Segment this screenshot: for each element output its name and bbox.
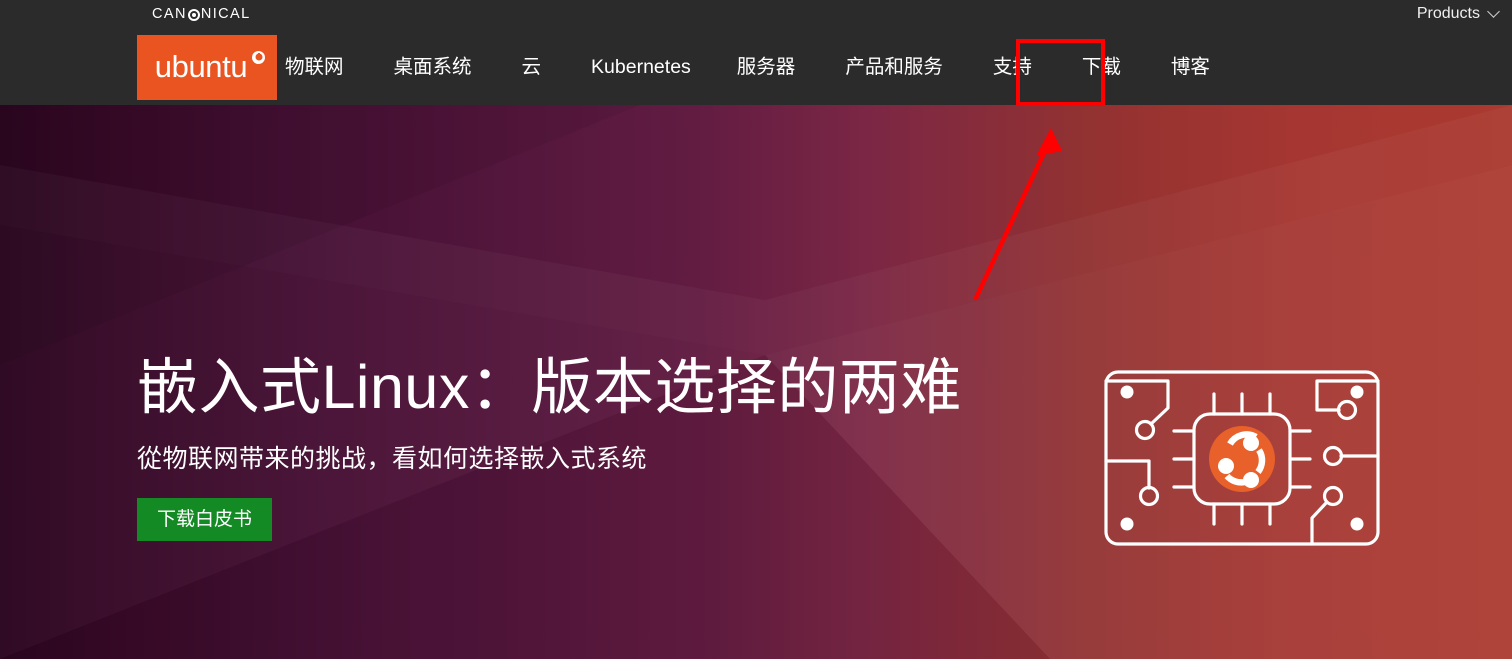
nav-item-iot[interactable]: 物联网 — [285, 35, 344, 100]
products-menu[interactable]: Products — [1416, 4, 1500, 24]
main-navigation: ubuntu 物联网 桌面系统 云 Kubernetes 服务器 产品和服务 支… — [0, 35, 1512, 105]
nav-item-support[interactable]: 支持 — [993, 35, 1032, 100]
hero-content: 嵌入式Linux：版本选择的两难 從物联网带来的挑战，看如何选择嵌入式系统 下载… — [137, 105, 961, 659]
circuit-board-icon — [1102, 368, 1382, 548]
ubuntu-homepage: CAN NICAL Products ubuntu 物联网 桌面系统 云 Kub… — [0, 0, 1512, 659]
nav-item-download[interactable]: 下载 — [1082, 35, 1121, 100]
registered-trademark-icon — [252, 50, 266, 64]
products-menu-label: Products — [1416, 5, 1480, 22]
nav-item-cloud[interactable]: 云 — [522, 35, 542, 100]
ubuntu-wordmark: ubuntu — [154, 48, 266, 85]
nav-item-kubernetes[interactable]: Kubernetes — [591, 35, 691, 100]
nav-items-list: 物联网 桌面系统 云 Kubernetes 服务器 产品和服务 支持 下载 博客 — [285, 35, 1210, 100]
nav-item-server[interactable]: 服务器 — [737, 35, 796, 100]
download-whitepaper-button[interactable]: 下载白皮书 — [137, 498, 273, 541]
hero-subtitle: 從物联网带来的挑战，看如何选择嵌入式系统 — [137, 445, 648, 473]
ubuntu-logo-text: ubuntu — [154, 48, 248, 84]
nav-item-products[interactable]: 产品和服务 — [845, 35, 943, 100]
canonical-logo-suffix: NICAL — [200, 6, 251, 22]
canonical-ring-icon — [187, 9, 200, 21]
nav-item-blog[interactable]: 博客 — [1171, 35, 1210, 100]
chevron-down-icon — [1487, 4, 1500, 18]
hero-title: 嵌入式Linux：版本选择的两难 — [137, 353, 962, 421]
canonical-logo-prefix: CAN — [152, 6, 187, 22]
hero-banner: 嵌入式Linux：版本选择的两难 從物联网带来的挑战，看如何选择嵌入式系统 下载… — [0, 105, 1512, 659]
utility-topbar: CAN NICAL Products — [0, 0, 1512, 35]
ubuntu-logo[interactable]: ubuntu — [137, 35, 277, 100]
nav-item-desktop[interactable]: 桌面系统 — [394, 35, 472, 100]
canonical-logo[interactable]: CAN NICAL — [152, 5, 251, 23]
